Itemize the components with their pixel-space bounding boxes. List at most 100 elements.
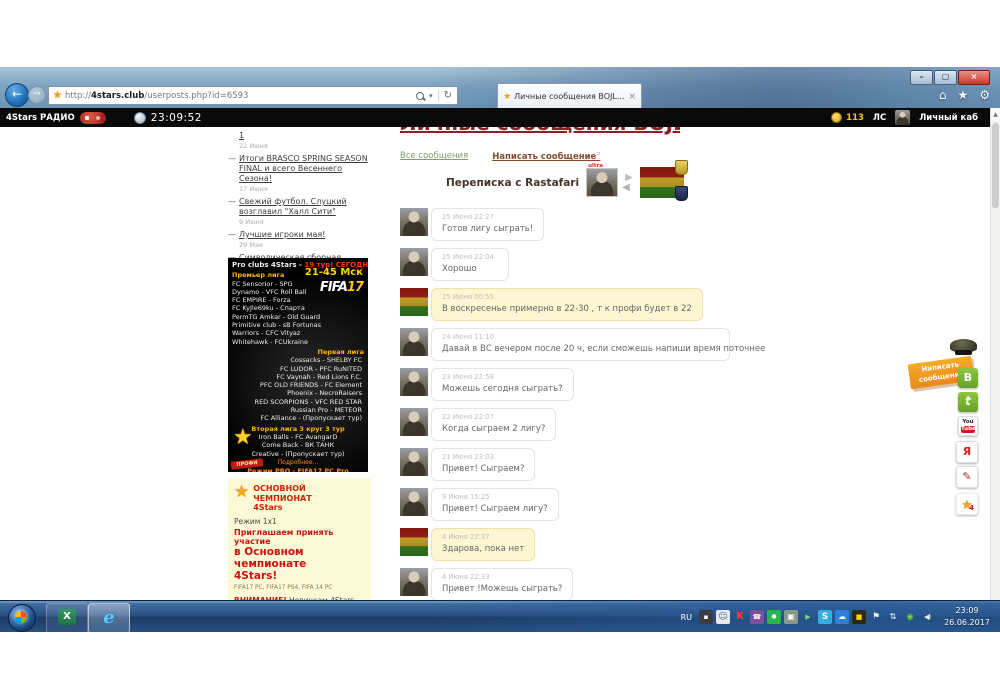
language-indicator[interactable]: RU — [681, 613, 692, 622]
user-icon[interactable]: ☺ — [716, 610, 730, 624]
back-icon[interactable]: ← — [5, 83, 29, 107]
taskbar-ie-button[interactable]: e — [88, 603, 130, 633]
search-icon[interactable] — [416, 92, 424, 100]
vk-icon[interactable]: В — [958, 368, 978, 388]
maximize-button[interactable]: ▢ — [934, 70, 957, 85]
close-button[interactable]: × — [958, 70, 990, 85]
write-message-link[interactable]: Написать сообщение▫ — [492, 150, 600, 162]
message-row: 21 Июня 23:03 Привет! Сыграем? — [400, 448, 730, 482]
avatar[interactable] — [400, 328, 428, 356]
4stars-icon[interactable]: ★ 4 — [956, 493, 978, 515]
all-messages-link[interactable]: Все сообщения — [400, 151, 468, 161]
crest-badge-icon — [675, 160, 688, 175]
browser-tab[interactable]: ★ Личные сообщения BOJL... × — [497, 83, 642, 109]
radio-player-button[interactable] — [80, 112, 106, 124]
avatar[interactable] — [400, 488, 428, 516]
list-item: 1 22 Июня — [228, 131, 371, 150]
messenger-icon[interactable]: ● — [767, 610, 781, 624]
pm-link[interactable]: ЛС — [873, 113, 886, 123]
fifa17-tour-banner[interactable]: Pro clubs 4Stars - 19 тур! СЕГОДНЯ 21-45… — [228, 258, 368, 472]
message-bubble: 24 Июня 11:10 Давай в ВС вечером после 2… — [431, 328, 730, 362]
page-content: 1 22 Июня — Итоги BRASCO SPRING SEASON F… — [0, 127, 990, 600]
message-list: 25 Июня 22:27 Готов лигу сыграть! 25 Июн… — [400, 208, 730, 600]
home-icon[interactable]: ⌂ — [939, 88, 947, 102]
display-icon[interactable]: ▪ — [699, 610, 713, 624]
avatar[interactable] — [400, 208, 428, 236]
avatar[interactable] — [400, 448, 428, 476]
radio-label: 4Stars РАДИО — [6, 113, 75, 123]
avatar[interactable] — [400, 528, 428, 556]
twitter-icon[interactable]: t — [958, 392, 978, 412]
forward-icon[interactable]: → — [28, 86, 46, 104]
avatar[interactable] — [400, 248, 428, 276]
message-text: Привет! Сыграем лигу? — [442, 504, 548, 514]
minimize-button[interactable]: – — [910, 70, 933, 85]
avatar[interactable] — [400, 408, 428, 436]
cloud-icon[interactable]: ☁ — [835, 610, 849, 624]
volume-icon[interactable]: ◀) — [920, 610, 934, 624]
match-line: Phoenix - NecroRaisers — [232, 389, 362, 397]
message-text: В воскресенье примерно в 22-30 , т к про… — [442, 304, 692, 314]
start-button[interactable] — [8, 604, 36, 632]
refresh-icon[interactable]: ↻ — [444, 90, 452, 101]
news-link[interactable]: Свежий футбол. Слуцкий возглавил "Халл С… — [239, 197, 371, 217]
taskbar-excel-button[interactable]: X — [46, 603, 88, 633]
tab-close-icon[interactable]: × — [628, 92, 636, 102]
avatar[interactable] — [400, 568, 428, 596]
window-controls: – ▢ × — [909, 70, 990, 85]
scrollbar[interactable]: ▲ — [990, 108, 1000, 600]
conversation-header: Переписка с Rastafari ultra ▶ ◀ — [446, 165, 730, 201]
dash-bullet: — — [228, 154, 236, 163]
message-bubble: 21 Июня 23:03 Привет! Сыграем? — [431, 448, 535, 482]
app-icon[interactable]: ■ — [852, 610, 866, 624]
address-bar[interactable]: ★ http://4stars.club/userposts.php?id=65… — [48, 86, 458, 105]
news-date: 22 Июня — [239, 142, 371, 150]
news-link[interactable]: 1 — [239, 131, 244, 141]
avatar[interactable] — [895, 110, 910, 125]
clock-icon — [134, 112, 146, 124]
news-link[interactable]: Лучшие игроки мая! — [239, 230, 325, 240]
taskbar-clock[interactable]: 23:09 26.06.2017 — [937, 605, 997, 629]
message-text: Можешь сегодня сыграть? — [442, 384, 563, 394]
favorites-star-icon[interactable]: ★ — [957, 88, 968, 102]
match-line: Primitive club - sB Fortunas — [232, 321, 328, 329]
match-line: Cossacks - SHELBY FC — [232, 356, 362, 364]
avatar[interactable]: ultra — [586, 168, 618, 197]
gear-icon[interactable]: ⚙ — [979, 88, 990, 102]
avatar[interactable] — [400, 288, 428, 316]
match-line: Russian Pro - METEOR — [232, 406, 362, 414]
promo-mode: Режим 1x1 — [234, 517, 365, 526]
chevron-down-icon[interactable]: ▾ — [429, 92, 433, 100]
update-icon[interactable]: ◉ — [903, 610, 917, 624]
match-line: PFC OLD FRIENDS - FC Element — [232, 381, 362, 389]
feedback-icon[interactable]: ✎ — [956, 466, 978, 488]
message-time: 23 Июня 22:58 — [442, 373, 563, 381]
promo-platforms: FIFA17 PC, FIFA17 PS4, FIFA 14 PC — [234, 585, 365, 591]
youtube-icon[interactable]: You Tube — [958, 416, 978, 436]
avatar[interactable] — [400, 368, 428, 396]
match-line: FC EMPIRE - Forza — [232, 296, 328, 304]
tool-icon[interactable]: ▶ — [801, 610, 815, 624]
viber-icon[interactable]: ☎ — [750, 610, 764, 624]
first-league-matches: Cossacks - SHELBY FC FC LUDOR - PFC RuNI… — [232, 356, 364, 422]
taskbar: X e RU ▪ ☺ K ☎ ● ▣ ▶ S ☁ ■ ⚑ ⇅ ◉ ◀) 23:0… — [0, 600, 1000, 632]
url-path: /userposts.php?id=6593 — [144, 91, 248, 101]
message-text: Привет! Сыграем? — [442, 464, 524, 474]
flag-icon[interactable]: ⚑ — [869, 610, 883, 624]
scroll-up-icon[interactable]: ▲ — [991, 108, 1000, 121]
page-title-clipped: Личные сообщения BOJLODIA — [400, 127, 680, 135]
yandex-icon[interactable]: Я — [956, 441, 978, 463]
list-item: — Итоги BRASCO SPRING SEASON FINAL и все… — [228, 154, 371, 193]
scrollbar-thumb[interactable] — [992, 123, 999, 208]
antivirus-icon[interactable]: K — [733, 610, 747, 624]
message-time: 25 Июня 00:55 — [442, 293, 692, 301]
news-link[interactable]: Итоги BRASCO SPRING SEASON FINAL и всего… — [239, 154, 371, 184]
message-time: 21 Июня 23:03 — [442, 453, 524, 461]
rastafari-avatar[interactable] — [640, 167, 684, 198]
account-link[interactable]: Личный каб — [919, 113, 978, 123]
match-line: FC LUDOR - PFC RuNITED — [232, 365, 362, 373]
browser-chrome: – ▢ × ← → ★ http://4stars.club/userposts… — [0, 67, 1000, 108]
skype-icon[interactable]: S — [818, 610, 832, 624]
plugin-icon[interactable]: ▣ — [784, 610, 798, 624]
network-icon[interactable]: ⇅ — [886, 610, 900, 624]
